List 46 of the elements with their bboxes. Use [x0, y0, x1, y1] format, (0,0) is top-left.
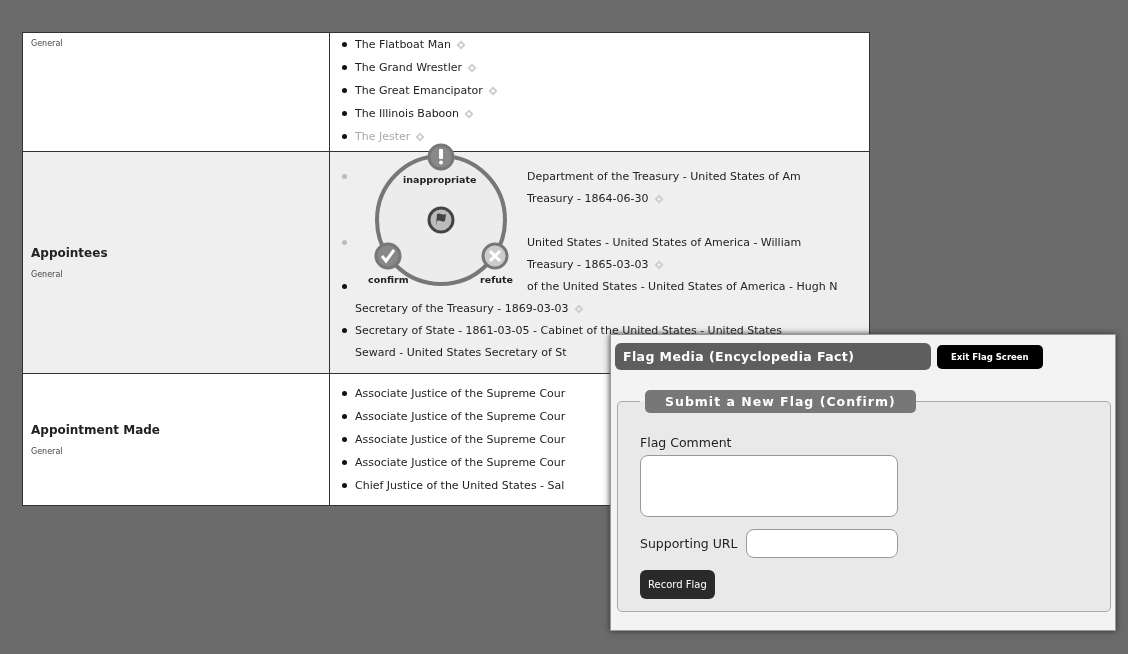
- list-item-text: The Grand Wrestler: [355, 61, 462, 74]
- diamond-target-icon[interactable]: [467, 63, 477, 73]
- menu-option-label[interactable]: refute: [480, 274, 513, 285]
- comment-field[interactable]: [640, 455, 898, 517]
- list-item-text: Associate Justice of the Supreme Cour: [355, 433, 566, 446]
- list-item-text: The Jester: [355, 130, 411, 143]
- list-item-text: of the United States - United States of America - Hugh N: [527, 279, 838, 295]
- diamond-target-icon[interactable]: [653, 194, 664, 204]
- comment-label: Flag Comment: [640, 435, 733, 450]
- list-item-text: Treasury - 1864-06-30: [527, 191, 649, 207]
- url-label: Supporting URL: [640, 536, 738, 551]
- list-item-text: Chief Justice of the United States - Sal: [355, 479, 565, 492]
- dialog-title: Flag Media (Encyclopedia Fact): [615, 343, 931, 370]
- row-label: Appointment Made: [31, 423, 160, 437]
- exit-flag-screen-button[interactable]: Exit Flag Screen: [937, 344, 1043, 369]
- row-label: Appointees: [31, 246, 108, 260]
- list-item-text: Associate Justice of the Supreme Cour: [355, 456, 566, 469]
- diamond-target-icon[interactable]: [487, 86, 498, 96]
- diamond-target-icon[interactable]: [653, 260, 664, 270]
- row-category: General: [31, 39, 63, 48]
- diamond-target-icon[interactable]: [464, 109, 475, 119]
- list-item-text: The Flatboat Man: [355, 38, 451, 51]
- menu-option-label[interactable]: confirm: [368, 274, 409, 285]
- list-item-text: Treasury - 1865-03-03: [527, 257, 649, 273]
- row-category: General: [31, 447, 63, 456]
- section-title: Submit a New Flag (Confirm): [645, 390, 916, 413]
- list-item-text: Associate Justice of the Supreme Cour: [355, 410, 566, 423]
- record-flag-button[interactable]: Record Flag: [640, 570, 715, 599]
- list-item-text: Associate Justice of the Supreme Cour: [355, 387, 566, 400]
- list-item-text: Secretary of State - 1861-03-05 - Cabinet of the United States - United States: [355, 324, 783, 337]
- menu-option-label[interactable]: inappropriate: [403, 174, 477, 185]
- list-item-text: The Illinois Baboon: [355, 107, 460, 120]
- cross-option-icon[interactable]: [481, 242, 509, 270]
- list-item-text: United States - United States of America - William: [527, 235, 802, 251]
- diamond-target-icon[interactable]: [455, 40, 466, 50]
- list-item-text: The Great Emancipator: [355, 84, 483, 97]
- flag-icon[interactable]: [427, 206, 455, 234]
- list-item-text: Department of the Treasury - United States of Am: [527, 169, 801, 185]
- check-option-icon[interactable]: [374, 242, 402, 270]
- row-category: General: [31, 270, 63, 279]
- diamond-target-icon[interactable]: [573, 304, 584, 314]
- alert-option-icon[interactable]: [427, 143, 455, 171]
- url-field[interactable]: [745, 529, 898, 558]
- list-item-text: Secretary of the Treasury - 1869-03-03: [355, 302, 569, 315]
- list-item-text: Seward - United States Secretary of St: [355, 346, 567, 359]
- diamond-target-icon[interactable]: [415, 132, 426, 142]
